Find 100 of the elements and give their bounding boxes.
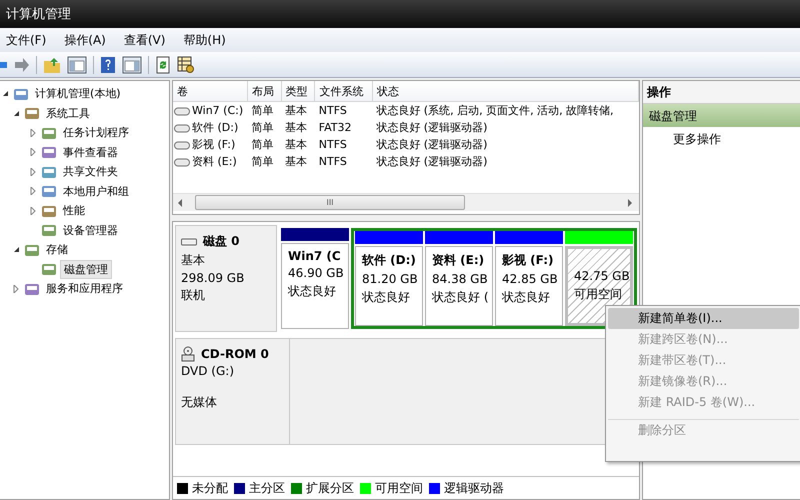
action-section-header[interactable]: 磁盘管理: [643, 104, 800, 127]
collapsed-arrow-icon[interactable]: [30, 206, 36, 215]
disk-header[interactable]: 磁盘 0 基本 298.09 GB 联机: [175, 225, 277, 332]
legend-label: 逻辑驱动器: [444, 480, 504, 496]
legend-label: 扩展分区: [306, 480, 354, 496]
tree-item[interactable]: 设备管理器: [60, 222, 121, 239]
tree-item[interactable]: 存储: [43, 241, 71, 258]
tree-node-icon: [41, 144, 57, 160]
disk-name: 磁盘 0: [203, 233, 240, 250]
menu-item[interactable]: 查看(V): [114, 32, 174, 48]
expanded-arrow-icon[interactable]: [2, 90, 8, 98]
partition-name: 软件 (D:): [362, 252, 417, 269]
tree-item[interactable]: 本地用户和组: [60, 182, 132, 200]
table-cell-text: 状态良好 (逻辑驱动器): [375, 154, 488, 170]
partition-block[interactable]: Win7 (C 46.90 GB 状态良好: [281, 243, 349, 329]
panel-icon[interactable]: [122, 56, 142, 74]
drive-icon: [174, 156, 190, 166]
expanded-arrow-icon[interactable]: [12, 110, 20, 117]
menu-item[interactable]: 帮助(H): [174, 32, 235, 48]
table-cell-text: 简单: [250, 120, 274, 136]
expanded-arrow-icon[interactable]: [12, 246, 20, 254]
menu-item[interactable]: 操作(A): [55, 32, 115, 48]
column-header[interactable]: 布局: [248, 81, 282, 102]
tree-item[interactable]: 任务计划程序: [60, 124, 132, 142]
legend-label: 未分配: [192, 480, 228, 496]
tree-item[interactable]: 事件查看器: [60, 144, 121, 161]
partition-size: 46.90 GB: [288, 266, 345, 280]
panel-icon[interactable]: [67, 56, 87, 74]
tree-item[interactable]: 服务和应用程序: [43, 280, 126, 298]
tree-item[interactable]: 计算机管理(本地): [32, 85, 124, 102]
partition-block[interactable]: 资料 (E:) 84.38 GB 状态良好 (: [425, 246, 493, 326]
partition-status: 状态良好: [362, 289, 411, 306]
disk-info: 联机: [181, 287, 206, 304]
disk-info: DVD (G:): [181, 364, 235, 378]
scroll-left-icon: [177, 198, 183, 206]
column-header[interactable]: 类型: [281, 81, 315, 102]
partition-size: 42.85 GB: [502, 272, 559, 286]
table-cell-text: NTFS: [318, 154, 348, 170]
partition-name: Win7 (C: [288, 249, 342, 263]
grid-gear-icon[interactable]: [177, 56, 195, 74]
table-cell-text: 基本: [284, 137, 308, 153]
disk-header[interactable]: CD-ROM 0 DVD (G:) 无媒体: [175, 338, 290, 445]
table-cell: Win7 (C:): [192, 104, 244, 117]
table-cell: 资料 (E:): [192, 154, 237, 169]
action-item[interactable]: 更多操作: [643, 127, 800, 152]
forward-arrow-icon[interactable]: [14, 56, 30, 74]
disk-info: 298.09 GB: [181, 271, 246, 285]
tree-node-icon: [41, 261, 57, 278]
disk-info: 基本: [181, 252, 206, 269]
partition-block[interactable]: 影视 (F:) 42.85 GB 状态良好: [495, 246, 563, 326]
table-cell: NTFS: [314, 102, 372, 119]
table-cell: 影视 (F:): [192, 137, 236, 152]
table-cell: 简单: [248, 102, 282, 119]
tree-item[interactable]: 共享文件夹: [60, 163, 121, 180]
collapsed-arrow-icon[interactable]: [30, 128, 36, 137]
table-cell-text: NTFS: [318, 137, 348, 153]
table-cell-text: FAT32: [318, 120, 352, 136]
tree-item[interactable]: 性能: [60, 202, 88, 220]
table-cell: 软件 (D:): [192, 120, 238, 135]
context-menu-item[interactable]: 新建简单卷(I)...: [608, 308, 799, 329]
menu-item[interactable]: 文件(F): [0, 32, 56, 48]
scroll-right-icon: [627, 198, 633, 206]
tree-item[interactable]: 系统工具: [43, 104, 93, 122]
collapsed-arrow-icon[interactable]: [30, 148, 36, 156]
tree-item[interactable]: 磁盘管理: [60, 260, 112, 279]
table-cell-text: 基本: [284, 120, 308, 136]
partition-status: 可用空间: [574, 286, 623, 303]
partition-size: 81.20 GB: [362, 272, 419, 286]
partition-name: 影视 (F:): [502, 252, 554, 269]
collapsed-arrow-icon[interactable]: [30, 168, 36, 176]
scrollbar-thumb[interactable]: III: [195, 195, 465, 210]
tree-node-icon: [24, 105, 40, 122]
disk-name: CD-ROM 0: [201, 347, 269, 361]
partition-block[interactable]: 软件 (D:) 81.20 GB 状态良好: [355, 246, 423, 326]
drive-icon: [174, 140, 190, 150]
column-header[interactable]: 卷: [173, 81, 248, 102]
partition-size: 42.75 GB: [574, 269, 630, 283]
help-icon[interactable]: [100, 56, 116, 74]
collapsed-arrow-icon[interactable]: [13, 284, 19, 293]
column-header[interactable]: 文件系统: [314, 81, 372, 102]
refresh-icon[interactable]: [155, 56, 171, 74]
partition-size: 84.38 GB: [432, 272, 489, 286]
tree-node-icon: [41, 183, 57, 200]
table-cell: 基本: [281, 102, 315, 119]
partition-name: 资料 (E:): [432, 252, 486, 269]
collapsed-arrow-icon[interactable]: [30, 187, 36, 196]
column-header[interactable]: 状态: [372, 81, 638, 102]
disk-info: 无媒体: [181, 394, 218, 411]
drive-icon: [174, 122, 190, 132]
window-title: 计算机管理: [6, 6, 71, 23]
table-cell-text: 基本: [284, 154, 308, 170]
table-cell: 状态良好 (系统, 启动, 页面文件, 活动, 故障转储,: [372, 102, 638, 119]
table-cell-text: 简单: [250, 137, 274, 153]
table-cell-text: 状态良好 (逻辑驱动器): [375, 120, 488, 136]
legend-label: 可用空间: [375, 480, 423, 496]
tree-node-icon: [41, 222, 57, 238]
table-cell-text: 简单: [250, 154, 274, 170]
partition-status: 状态良好: [288, 283, 337, 300]
partition-status: 状态良好: [502, 289, 551, 306]
folder-up-icon[interactable]: [43, 56, 61, 74]
